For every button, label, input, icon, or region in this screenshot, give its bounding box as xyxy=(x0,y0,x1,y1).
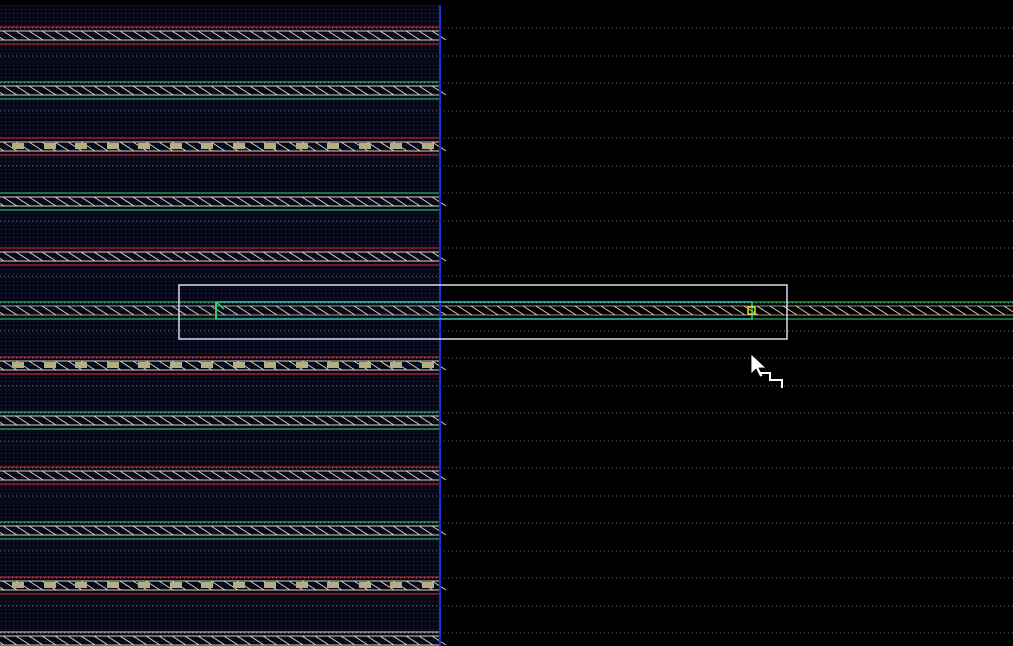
via-block xyxy=(359,362,371,368)
via-block xyxy=(327,582,339,588)
via-block xyxy=(75,362,87,368)
via-block xyxy=(264,582,276,588)
via-block xyxy=(296,362,308,368)
via-block xyxy=(264,143,276,149)
via-block xyxy=(12,362,24,368)
via-block xyxy=(233,582,245,588)
via-block xyxy=(170,362,182,368)
via-block xyxy=(327,362,339,368)
via-block xyxy=(359,143,371,149)
via-block xyxy=(390,362,402,368)
via-block xyxy=(12,582,24,588)
via-block xyxy=(201,582,213,588)
via-block xyxy=(327,143,339,149)
via-block xyxy=(170,143,182,149)
dotted-region-pattern xyxy=(0,5,440,646)
via-block xyxy=(44,143,56,149)
via-block xyxy=(170,582,182,588)
via-block xyxy=(390,143,402,149)
via-block xyxy=(138,582,150,588)
via-block xyxy=(138,143,150,149)
via-block xyxy=(75,143,87,149)
via-block xyxy=(138,362,150,368)
via-block xyxy=(233,143,245,149)
via-block xyxy=(201,362,213,368)
via-block xyxy=(264,362,276,368)
via-block xyxy=(44,362,56,368)
via-block xyxy=(233,362,245,368)
via-block xyxy=(422,362,434,368)
via-block xyxy=(107,143,119,149)
via-block xyxy=(201,143,213,149)
via-block xyxy=(12,143,24,149)
via-block xyxy=(296,582,308,588)
via-block xyxy=(296,143,308,149)
via-block xyxy=(359,582,371,588)
via-block xyxy=(75,582,87,588)
via-block xyxy=(44,582,56,588)
via-block xyxy=(422,143,434,149)
layout-canvas[interactable] xyxy=(0,0,1013,646)
via-block xyxy=(107,582,119,588)
via-block xyxy=(422,582,434,588)
via-block xyxy=(107,362,119,368)
via-block xyxy=(390,582,402,588)
